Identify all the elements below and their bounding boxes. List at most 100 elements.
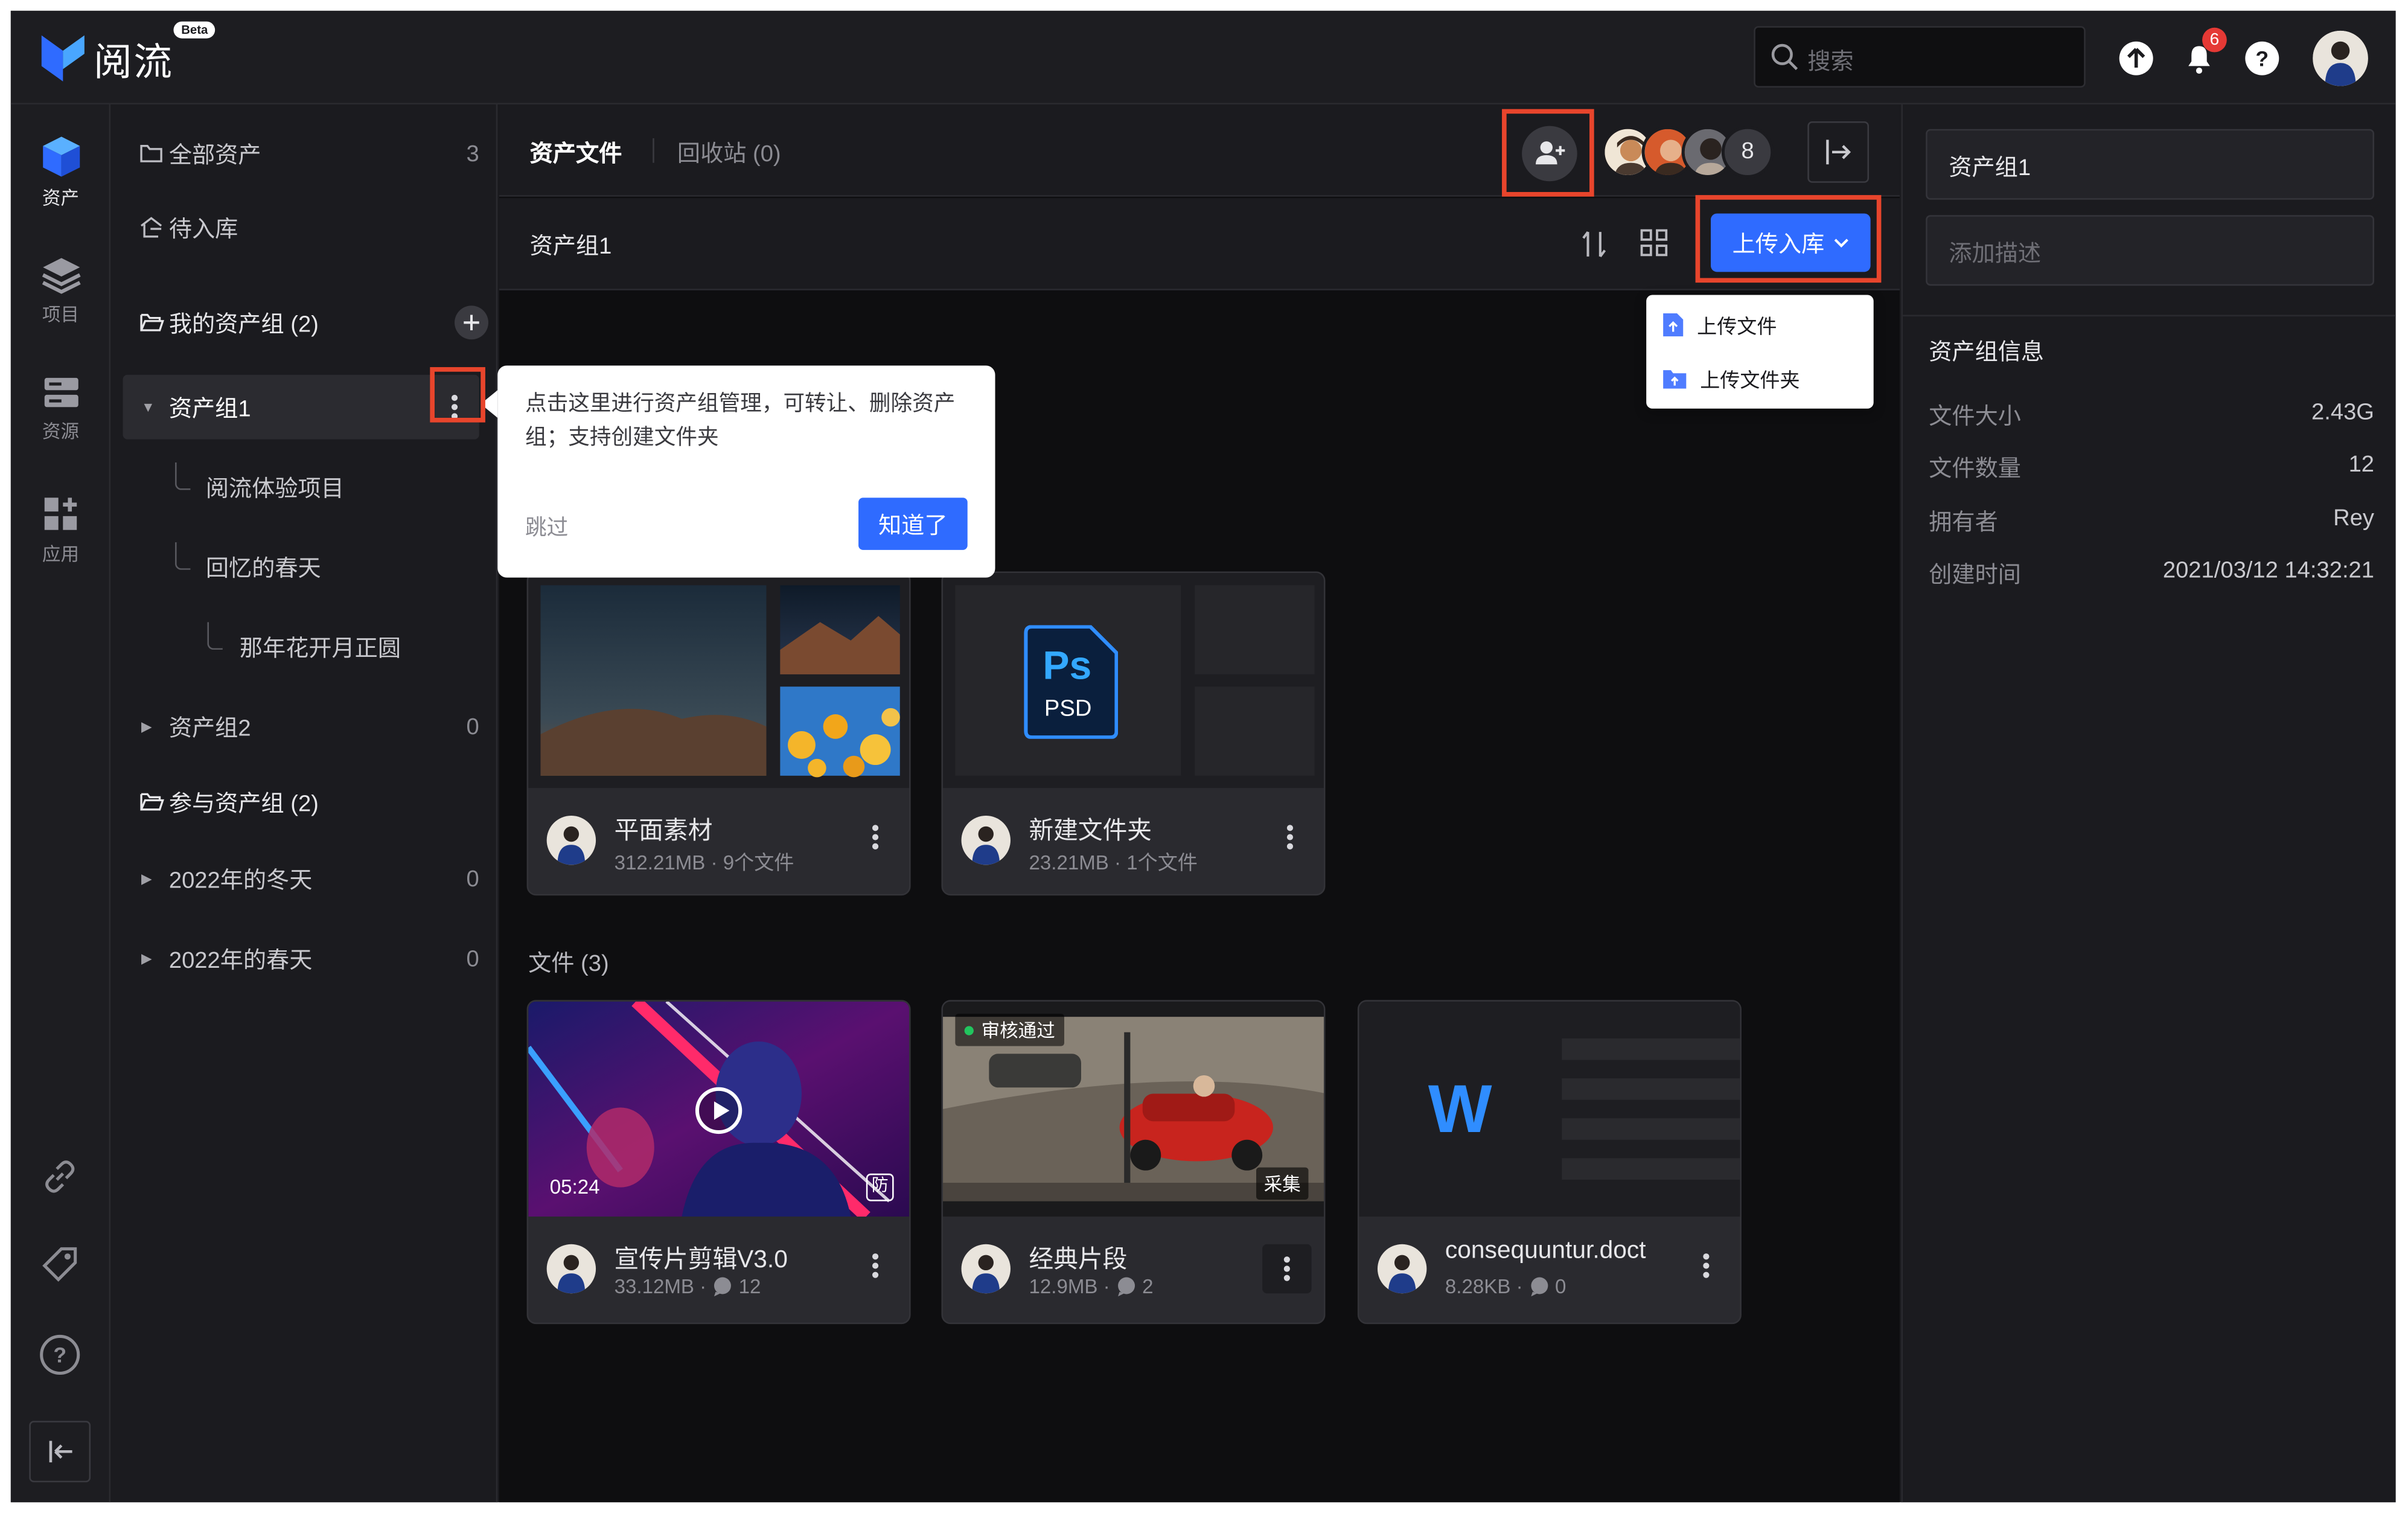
menu-item-upload-folder[interactable]: 上传文件夹	[1662, 359, 1800, 396]
home-storage-icon	[140, 217, 163, 238]
more-vertical-icon[interactable]	[863, 1250, 888, 1287]
caret-right-icon: ▶	[141, 950, 152, 966]
folder-meta: 312.21MB · 9个文件	[615, 846, 794, 875]
folder-thumbnail: Ps PSD	[943, 572, 1324, 788]
screen: 阅流 Beta 搜索 6 ? 资产 项目 资源 应用 ? 全部资产 3 待入库 …	[0, 0, 2408, 1513]
folder-upload-icon	[1662, 366, 1688, 389]
exit-arrow-icon	[1826, 139, 1851, 165]
folder-meta-text: 23.21MB · 1个文件	[1029, 851, 1198, 874]
rail-item-assets[interactable]: 资产	[11, 135, 110, 211]
more-vertical-icon[interactable]	[863, 822, 888, 859]
tree-count: 0	[466, 945, 479, 972]
file-size: 33.12MB ·	[614, 1275, 707, 1298]
tree-item-group1[interactable]: ▼ 资产组1	[123, 374, 479, 440]
video-thumbnail: 05:24 防	[528, 1001, 910, 1217]
apps-grid-icon	[11, 494, 110, 534]
tree-label: 回忆的春天	[205, 555, 321, 581]
file-upload-icon	[1662, 311, 1685, 337]
info-key: 文件大小	[1929, 404, 2021, 430]
layers-icon	[11, 255, 110, 295]
svg-text:?: ?	[53, 1343, 66, 1367]
tab-recycle-bin[interactable]: 回收站 (0)	[677, 136, 781, 168]
info-title: 资产组信息	[1929, 339, 2045, 366]
status-dot	[964, 1025, 974, 1035]
brand-logo-icon[interactable]	[41, 32, 85, 82]
play-icon[interactable]	[694, 1086, 743, 1135]
tree-label: 待入库	[168, 216, 238, 242]
files-heading: 文件 (3)	[528, 950, 609, 977]
info-row: 创建时间 2021/03/12 14:32:21	[1929, 558, 2374, 595]
highlight-invite	[1502, 109, 1594, 197]
exit-button[interactable]	[1807, 121, 1870, 183]
file-title: consequuntur.doct	[1445, 1238, 1646, 1264]
file-card[interactable]: W consequuntur.doct 8.28KB · 0	[1357, 1000, 1742, 1325]
rail-item-resources[interactable]: 资源	[11, 375, 110, 444]
folder-thumbnail	[528, 572, 910, 788]
info-key: 创建时间	[1929, 562, 2021, 589]
rail-label-resources: 资源	[42, 421, 80, 443]
top-bar: 阅流 Beta 搜索 6 ?	[10, 10, 2396, 105]
folder-card[interactable]: Ps PSD 新建文件夹 23.21MB · 1个文件	[941, 571, 1326, 896]
skip-link[interactable]: 跳过	[525, 511, 568, 542]
tree-item-pending[interactable]: 待入库	[123, 197, 479, 258]
more-button[interactable]	[1262, 1244, 1312, 1294]
guide-tooltip: 点击这里进行资产组管理，可转让、删除资产组；支持创建文件夹 跳过 知道了	[497, 365, 995, 578]
rail-item-apps[interactable]: 应用	[11, 494, 110, 567]
group-name-input[interactable]: 资产组1	[1926, 129, 2375, 200]
plus-icon	[464, 315, 479, 331]
asset-tree: 全部资产 3 待入库 我的资产组 (2) ▼ 资产组1 阅流体验项目 回忆的春天…	[110, 104, 498, 1503]
tree-item-group2[interactable]: ▶ 资产组2 0	[123, 696, 479, 758]
tree-item-spring[interactable]: ▶ 2022年的春天 0	[123, 928, 479, 990]
protect-badge: 防	[866, 1173, 894, 1201]
tree-label: 参与资产组 (2)	[168, 790, 319, 817]
folder-open-icon	[140, 791, 165, 811]
server-icon	[11, 375, 110, 412]
sort-icon[interactable]	[1580, 229, 1608, 260]
rail-item-projects[interactable]: 项目	[11, 255, 110, 327]
tree-item-sub2[interactable]: 回忆的春天	[123, 536, 479, 598]
link-icon[interactable]	[40, 1157, 80, 1197]
tree-label: 2022年的春天	[168, 947, 313, 973]
tree-item-sub3[interactable]: 那年花开月正圆	[123, 616, 479, 677]
folder-meta-text: 312.21MB · 9个文件	[614, 851, 794, 874]
description-input[interactable]: 添加描述	[1926, 215, 2375, 286]
breadcrumb: 资产组1	[529, 233, 612, 260]
caret-right-icon: ▶	[141, 870, 152, 886]
upload-arrow-icon[interactable]	[2118, 40, 2154, 77]
tree-connector	[175, 542, 191, 570]
info-value: 2.43G	[2311, 399, 2375, 426]
app-window: 阅流 Beta 搜索 6 ? 资产 项目 资源 应用 ? 全部资产 3 待入库 …	[10, 10, 2396, 1503]
file-card[interactable]: 审核通过 采集 经典片段 12.9MB · 2	[941, 1000, 1326, 1325]
menu-item-label: 上传文件	[1697, 314, 1777, 337]
menu-item-upload-file[interactable]: 上传文件	[1662, 305, 1777, 342]
tag-icon[interactable]	[39, 1243, 81, 1285]
info-value: 2021/03/12 14:32:21	[2162, 557, 2375, 584]
tree-label: 2022年的冬天	[168, 867, 313, 894]
tree-item-my-groups[interactable]: 我的资产组 (2)	[123, 292, 488, 353]
help-circle-icon[interactable]: ?	[39, 1333, 81, 1376]
search-input[interactable]: 搜索	[1754, 26, 2086, 88]
got-it-button[interactable]: 知道了	[858, 497, 968, 550]
add-group-button[interactable]	[455, 305, 488, 340]
beta-badge: Beta	[173, 21, 216, 39]
rail-label-apps: 应用	[42, 543, 80, 566]
tree-label: 全部资产	[168, 142, 261, 168]
grid-view-icon[interactable]	[1640, 229, 1668, 257]
collect-badge: 采集	[1256, 1167, 1309, 1200]
member-count[interactable]: 8	[1721, 126, 1774, 179]
tree-item-joined-groups[interactable]: 参与资产组 (2)	[123, 771, 479, 833]
folder-card[interactable]: 平面素材 312.21MB · 9个文件	[526, 571, 911, 896]
tree-item-all-assets[interactable]: 全部资产 3	[123, 123, 479, 185]
more-vertical-icon[interactable]	[1278, 822, 1303, 859]
comment-icon	[1529, 1276, 1549, 1297]
tree-item-winter[interactable]: ▶ 2022年的冬天 0	[123, 848, 479, 909]
document-thumbnail: W	[1359, 1001, 1740, 1217]
tab-asset-files[interactable]: 资产文件	[530, 136, 622, 168]
help-icon[interactable]: ?	[2244, 40, 2281, 77]
user-avatar[interactable]	[2313, 30, 2368, 86]
file-card[interactable]: 05:24 防 宣传片剪辑V3.0 33.12MB · 12	[526, 1000, 911, 1325]
tree-item-sub1[interactable]: 阅流体验项目	[123, 456, 479, 518]
collapse-sidebar-icon[interactable]	[29, 1421, 91, 1483]
more-vertical-icon[interactable]	[1694, 1250, 1719, 1287]
tab-divider	[653, 138, 654, 163]
